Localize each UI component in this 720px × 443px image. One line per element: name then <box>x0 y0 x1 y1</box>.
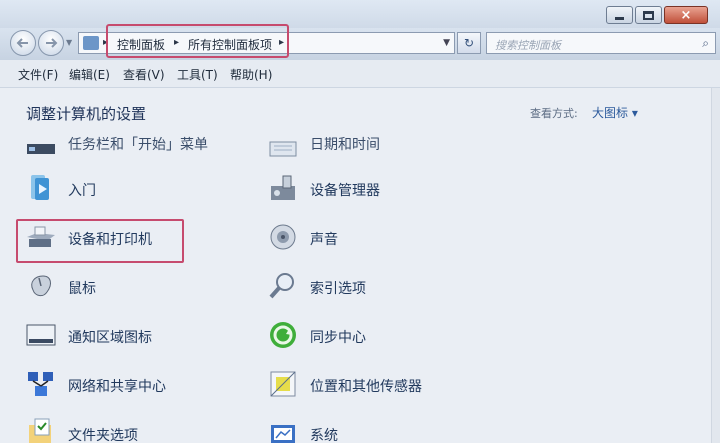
control-panel-icon <box>83 36 99 50</box>
item-sound[interactable]: 声音 <box>267 221 467 261</box>
search-box[interactable]: 搜索控制面板 ⌕ <box>486 32 716 54</box>
minimize-icon <box>615 16 624 20</box>
forward-button[interactable] <box>38 30 64 56</box>
item-label: 位置和其他传感器 <box>310 379 422 395</box>
menu-help[interactable]: 帮助(H) <box>230 66 272 83</box>
location-sensor-icon <box>270 371 296 397</box>
menu-bar: 文件(F) 编辑(E) 查看(V) 工具(T) 帮助(H) <box>0 60 720 88</box>
forward-arrow-icon <box>46 38 58 48</box>
item-network-sharing[interactable]: 网络和共享中心 <box>25 368 225 408</box>
getting-started-icon <box>31 175 49 200</box>
item-notification-icons[interactable]: 通知区域图标 <box>25 319 225 359</box>
item-getting-started[interactable]: 入门 <box>25 172 225 212</box>
item-label: 设备管理器 <box>310 183 380 199</box>
refresh-icon: ↻ <box>463 36 475 50</box>
menu-view[interactable]: 查看(V) <box>123 66 165 83</box>
item-label: 声音 <box>310 232 338 248</box>
item-mouse[interactable]: 鼠标 <box>25 270 225 310</box>
item-label: 通知区域图标 <box>68 330 152 346</box>
folder-options-icon <box>29 418 51 443</box>
minimize-button[interactable] <box>606 6 633 24</box>
item-label: 同步中心 <box>310 330 366 346</box>
item-label: 文件夹选项 <box>68 428 138 443</box>
item-date-time[interactable]: 日期和时间 <box>267 136 487 176</box>
item-location-sensors[interactable]: 位置和其他传感器 <box>267 368 467 408</box>
mouse-icon <box>31 275 51 297</box>
menu-file[interactable]: 文件(F) <box>18 66 58 83</box>
item-label: 入门 <box>68 183 96 199</box>
maximize-icon <box>643 10 654 20</box>
item-label: 日期和时间 <box>310 137 380 153</box>
indexing-icon <box>269 273 294 299</box>
item-label: 索引选项 <box>310 281 366 297</box>
page-title: 调整计算机的设置 <box>26 105 147 123</box>
recent-pages-chevron-icon[interactable]: ▼ <box>66 38 72 47</box>
calendar-icon <box>269 141 297 157</box>
item-label: 网络和共享中心 <box>68 379 166 395</box>
address-highlight-box <box>106 24 289 58</box>
menu-edit[interactable]: 编辑(E) <box>69 66 110 83</box>
item-label: 鼠标 <box>68 281 96 297</box>
refresh-button[interactable]: ↻ <box>457 32 481 54</box>
item-system[interactable]: 系统 <box>267 417 467 443</box>
search-icon[interactable]: ⌕ <box>702 36 709 51</box>
item-sync-center[interactable]: 同步中心 <box>267 319 467 359</box>
speaker-icon <box>270 224 296 250</box>
vertical-scrollbar[interactable] <box>711 88 720 443</box>
close-button[interactable]: × <box>664 6 708 24</box>
control-panel-content: 调整计算机的设置 查看方式: 大图标 ▾ 任务栏和「开始」菜单 入门 设备和打印… <box>0 88 720 443</box>
item-label: 任务栏和「开始」菜单 <box>68 137 208 153</box>
item-indexing[interactable]: 索引选项 <box>267 270 467 310</box>
devices-highlight-box <box>16 219 184 263</box>
system-icon <box>271 425 295 443</box>
item-label: 系统 <box>310 428 338 443</box>
sync-icon <box>270 322 296 348</box>
menu-tools[interactable]: 工具(T) <box>177 66 218 83</box>
address-dropdown-icon[interactable]: ▼ <box>443 38 450 48</box>
close-icon: × <box>680 7 692 23</box>
search-placeholder: 搜索控制面板 <box>495 39 561 52</box>
taskbar-icon <box>27 144 55 154</box>
item-taskbar[interactable]: 任务栏和「开始」菜单 <box>25 136 245 176</box>
item-folder-options[interactable]: 文件夹选项 <box>25 417 225 443</box>
back-arrow-icon <box>16 38 28 48</box>
item-device-manager[interactable]: 设备管理器 <box>267 172 467 212</box>
notification-area-icon <box>26 324 56 346</box>
network-icon <box>28 372 53 396</box>
view-by-dropdown[interactable]: 大图标 ▾ <box>592 104 638 121</box>
maximize-button[interactable] <box>635 6 662 24</box>
back-button[interactable] <box>10 30 36 56</box>
window-controls: × <box>604 6 708 24</box>
device-manager-icon <box>271 175 295 200</box>
view-by-label: 查看方式: <box>530 107 578 120</box>
